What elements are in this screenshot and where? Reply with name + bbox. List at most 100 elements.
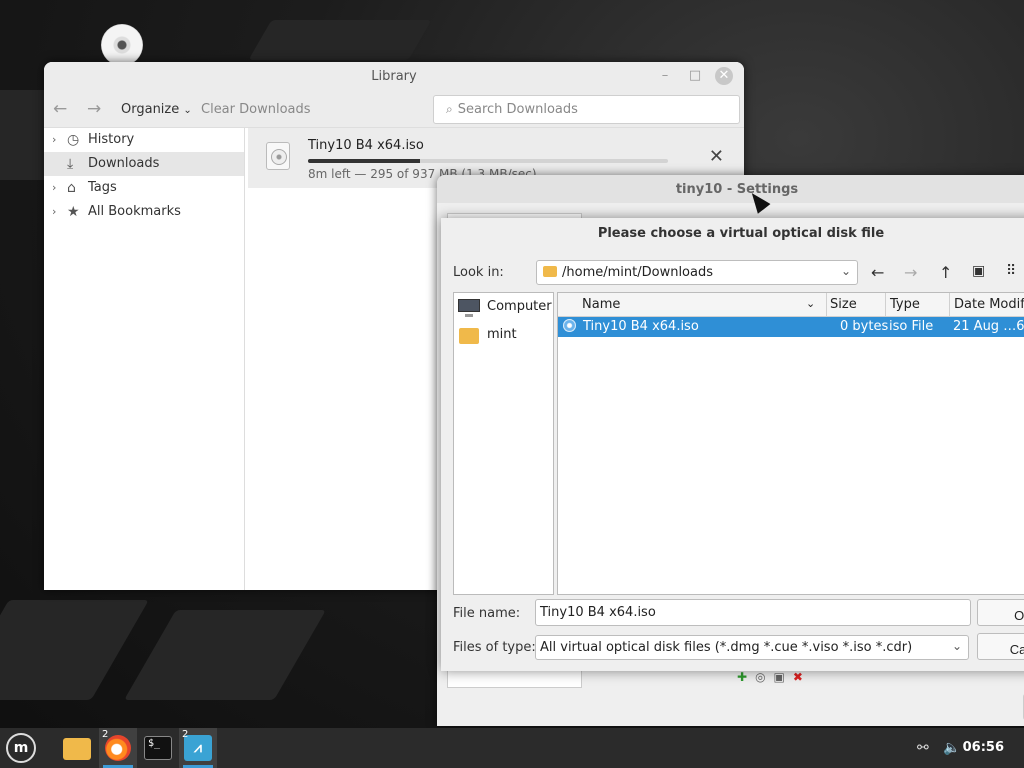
desktop-tile	[124, 610, 326, 700]
copy-attachment-icon[interactable]: ▣	[774, 670, 793, 684]
file-date: 21 Aug …6:5	[953, 319, 1024, 334]
volume-icon[interactable]: 🔈	[943, 740, 960, 756]
cancel-download-icon[interactable]: ✕	[709, 146, 724, 167]
place-computer[interactable]: Computer	[454, 293, 553, 321]
terminal-icon: $_	[144, 736, 172, 760]
desktop-disc-icon[interactable]	[101, 24, 143, 66]
file-name-input[interactable]: Tiny10 B4 x64.iso	[535, 599, 971, 626]
file-type: iso File	[889, 319, 934, 334]
places-sidebar: Computer mint	[453, 292, 554, 595]
open-button[interactable]: Open	[977, 599, 1024, 626]
desktop-tile	[248, 20, 432, 60]
sidebar-item-label: Downloads	[88, 156, 160, 171]
library-toolbar: ← → Organize ⌄ Clear Downloads ⌕ Search D…	[44, 90, 744, 128]
storage-toolbar: ✚◎▣✖	[737, 670, 811, 684]
window-count-badge: 2	[102, 729, 109, 740]
sidebar-item-label: History	[88, 132, 135, 147]
forward-arrow-icon[interactable]: →	[87, 99, 101, 119]
disc-file-icon	[266, 142, 290, 170]
library-titlebar[interactable]: Library – □ ✕	[44, 62, 744, 90]
file-list-header: Name ⌄ Size Type Date Modifi	[558, 293, 1024, 317]
file-chooser-dialog: Please choose a virtual optical disk fil…	[441, 218, 1024, 671]
column-divider	[949, 293, 950, 317]
column-divider	[826, 293, 827, 317]
folder-icon	[459, 328, 479, 344]
file-type-value: All virtual optical disk files (*.dmg *.…	[540, 640, 913, 655]
column-date-modified[interactable]: Date Modifi	[954, 297, 1024, 312]
library-title: Library	[371, 69, 417, 84]
back-arrow-icon[interactable]: ←	[871, 263, 884, 282]
file-type-combobox[interactable]: All virtual optical disk files (*.dmg *.…	[535, 635, 969, 660]
computer-icon	[458, 299, 480, 317]
clock[interactable]: 06:56	[963, 740, 1004, 755]
search-downloads-input[interactable]: ⌕ Search Downloads	[433, 95, 740, 124]
library-sidebar: › ◷ History ⤓ Downloads › ⌂ Tags › ★ All…	[44, 128, 245, 590]
look-in-path: /home/mint/Downloads	[562, 265, 713, 280]
file-type-label: Files of type:	[453, 640, 536, 655]
clear-downloads-button[interactable]: Clear Downloads	[201, 102, 311, 117]
taskbar-virtualbox[interactable]: ⩘ 2	[179, 728, 217, 768]
new-folder-icon[interactable]: ▣	[972, 263, 985, 279]
window-count-badge: 2	[182, 729, 189, 740]
mint-menu-button[interactable]: m	[6, 733, 36, 763]
download-icon: ⤓	[67, 156, 74, 172]
network-icon[interactable]: ⚯	[917, 740, 929, 756]
expand-icon[interactable]: ›	[52, 200, 56, 224]
file-row[interactable]: Tiny10 B4 x64.iso 0 bytes iso File 21 Au…	[558, 317, 1024, 337]
add-attachment-icon[interactable]: ✚	[737, 670, 755, 684]
download-progress-fill	[308, 159, 420, 163]
download-name: Tiny10 B4 x64.iso	[308, 138, 424, 153]
taskbar-terminal[interactable]: $_	[139, 728, 177, 768]
sidebar-item-tags[interactable]: › ⌂ Tags	[44, 176, 244, 200]
sidebar-item-downloads[interactable]: ⤓ Downloads	[44, 152, 244, 176]
parent-directory-icon[interactable]: ↑	[939, 263, 952, 282]
column-type[interactable]: Type	[890, 297, 920, 312]
look-in-combobox[interactable]: /home/mint/Downloads ⌄	[536, 260, 858, 285]
sidebar-item-all-bookmarks[interactable]: › ★ All Bookmarks	[44, 200, 244, 224]
folder-icon	[63, 738, 91, 760]
taskbar-files[interactable]	[58, 728, 96, 768]
sidebar-item-history[interactable]: › ◷ History	[44, 128, 244, 152]
search-placeholder: Search Downloads	[457, 102, 578, 117]
file-list: Name ⌄ Size Type Date Modifi Tiny10 B4 x…	[557, 292, 1024, 595]
clock-icon: ◷	[67, 132, 80, 148]
organize-menu[interactable]: Organize ⌄	[121, 102, 192, 117]
expand-icon[interactable]: ›	[52, 128, 56, 152]
sidebar-item-label: Tags	[88, 180, 117, 195]
column-size[interactable]: Size	[830, 297, 857, 312]
taskbar: m 2 $_ ⩘ 2 ⚯ 🔈 06:56	[0, 728, 1024, 768]
delete-attachment-icon[interactable]: ✖	[793, 670, 811, 684]
sort-chevron-icon: ⌄	[806, 297, 816, 310]
cancel-button[interactable]: Cancel	[977, 633, 1024, 660]
dialog-title: Please choose a virtual optical disk fil…	[597, 226, 885, 241]
taskbar-firefox[interactable]: 2	[99, 728, 137, 768]
tag-icon: ⌂	[67, 180, 76, 196]
forward-arrow-icon[interactable]: →	[904, 263, 917, 282]
organize-label: Organize	[121, 102, 180, 117]
place-label: mint	[487, 327, 517, 342]
column-name[interactable]: Name	[582, 297, 620, 312]
vbox-settings-title[interactable]: tiny10 - Settings	[437, 175, 1024, 203]
back-arrow-icon[interactable]: ←	[53, 99, 67, 119]
place-mint[interactable]: mint	[454, 321, 553, 349]
list-view-icon[interactable]: ⠿	[1006, 263, 1016, 279]
expand-icon[interactable]: ›	[52, 176, 56, 200]
disc-image-icon	[563, 319, 576, 332]
file-name-label: File name:	[453, 606, 521, 621]
remove-attachment-icon[interactable]: ◎	[755, 670, 773, 684]
look-in-label: Look in:	[453, 265, 504, 280]
file-size: 0 bytes	[840, 319, 889, 334]
file-name: Tiny10 B4 x64.iso	[583, 319, 699, 334]
maximize-icon[interactable]: □	[686, 67, 704, 85]
close-icon[interactable]: ✕	[715, 67, 733, 85]
minimize-icon[interactable]: –	[656, 67, 674, 85]
chevron-down-icon: ⌄	[840, 264, 851, 278]
download-progress-bar	[308, 159, 668, 163]
chevron-down-icon: ⌄	[951, 639, 962, 653]
sidebar-item-label: All Bookmarks	[88, 204, 181, 219]
firefox-icon	[105, 735, 131, 761]
column-divider	[885, 293, 886, 317]
chevron-down-icon: ⌄	[183, 105, 192, 116]
place-label: Computer	[487, 299, 552, 314]
search-icon: ⌕	[446, 102, 453, 116]
